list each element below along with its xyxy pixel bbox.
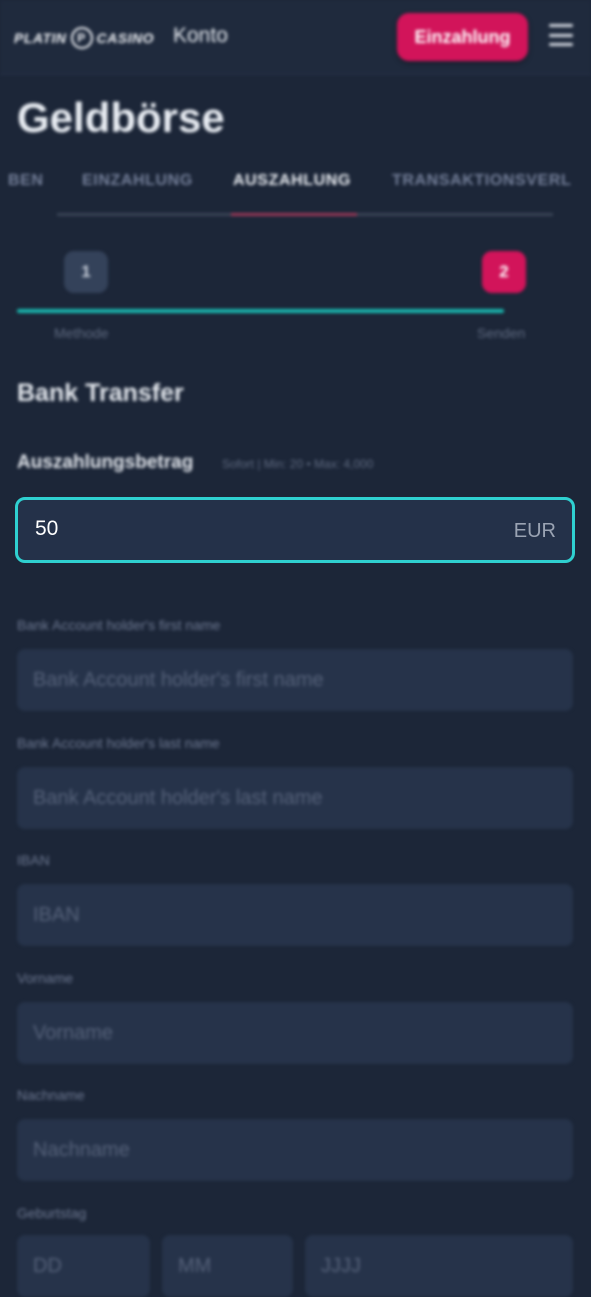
vorname-label: Vorname (17, 970, 74, 986)
step-2-badge: 2 (482, 251, 526, 293)
birthday-label: Geburtstag (17, 1205, 87, 1221)
nachname-field[interactable]: Nachname (17, 1119, 573, 1181)
first-name-field[interactable]: Bank Account holder's first name (17, 649, 573, 711)
birthday-year-field[interactable]: JJJJ (305, 1235, 573, 1297)
tab-withdrawal[interactable]: AUSZAHLUNG (233, 172, 351, 190)
wallet-tabs: BEN EINZAHLUNG AUSZAHLUNG TRANSAKTIONSVE… (0, 166, 591, 198)
deposit-button[interactable]: Einzahlung (397, 13, 528, 61)
logo-coin-icon: P (70, 27, 93, 49)
step-1-badge[interactable]: 1 (64, 251, 108, 293)
last-name-field[interactable]: Bank Account holder's last name (17, 767, 573, 829)
casino-logo[interactable]: PLATIN P CASINO (14, 25, 154, 51)
account-link[interactable]: Konto (173, 24, 228, 48)
logo-text-left: PLATIN (14, 30, 67, 46)
logo-text-right: CASINO (96, 30, 154, 46)
amount-limits-hint: Sofort | Min: 20 • Max: 4,000 (222, 457, 374, 471)
iban-label: IBAN (17, 852, 50, 868)
amount-input[interactable] (33, 516, 437, 542)
top-bar: PLATIN P CASINO Konto Einzahlung (0, 0, 591, 75)
iban-field[interactable]: IBAN (17, 884, 573, 946)
method-title: Bank Transfer (17, 379, 184, 407)
tab-overview[interactable]: BEN (8, 172, 44, 190)
tab-deposit[interactable]: EINZAHLUNG (82, 172, 193, 190)
hamburger-menu-icon[interactable] (549, 24, 573, 46)
vorname-field[interactable]: Vorname (17, 1002, 573, 1064)
first-name-label: Bank Account holder's first name (17, 617, 221, 633)
page-title: Geldbörse (17, 94, 225, 141)
nachname-label: Nachname (17, 1087, 85, 1103)
amount-field[interactable]: EUR (15, 497, 575, 563)
tab-transactions[interactable]: TRANSAKTIONSVERL (392, 172, 571, 190)
birthday-month-field[interactable]: MM (162, 1235, 293, 1297)
currency-label: EUR (513, 520, 556, 542)
birthday-day-field[interactable]: DD (17, 1235, 150, 1297)
last-name-label: Bank Account holder's last name (17, 735, 220, 751)
tab-active-indicator (231, 213, 357, 216)
step-1-label: Methode (54, 325, 109, 341)
step-2-label: Senden (477, 325, 526, 341)
step-progress-bar (17, 309, 504, 313)
amount-label: Auszahlungsbetrag (17, 452, 194, 473)
